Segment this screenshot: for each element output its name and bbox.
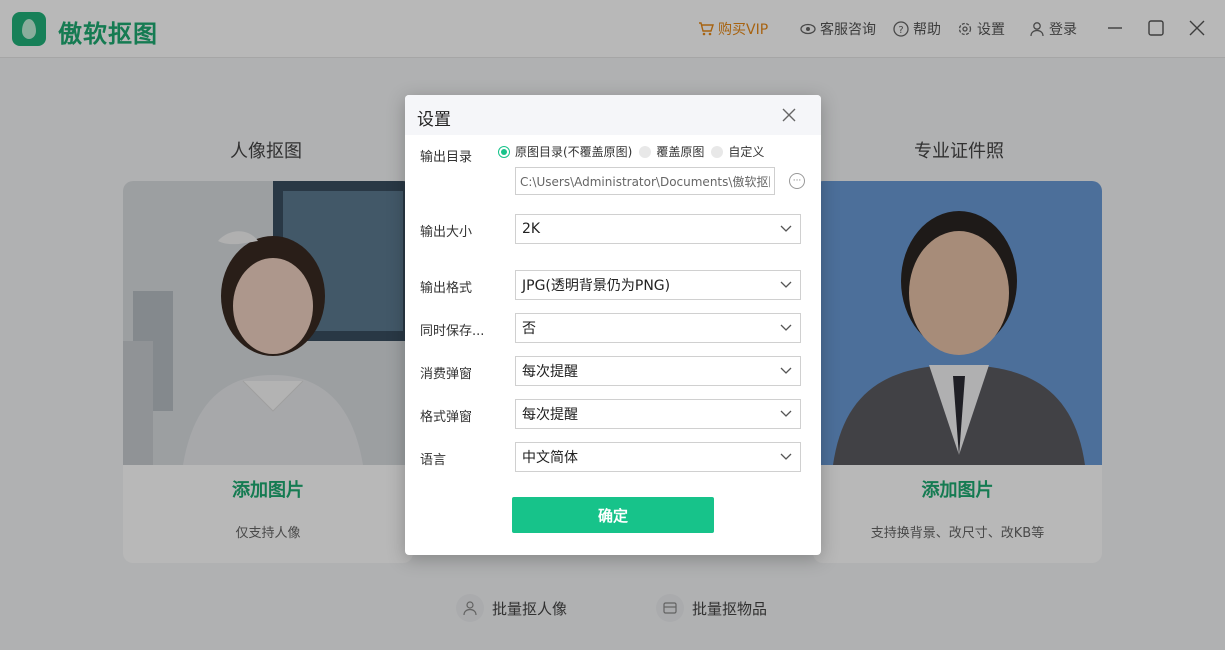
format-popup-select[interactable]: 每次提醒 <box>515 399 801 429</box>
output-dir-radio-group: 原图目录(不覆盖原图) 覆盖原图 自定义 <box>498 143 771 160</box>
consume-popup-select[interactable]: 每次提醒 <box>515 356 801 386</box>
radio-original-dir[interactable]: 原图目录(不覆盖原图) <box>498 143 632 160</box>
radio-dot-selected <box>498 145 510 158</box>
output-size-select[interactable]: 2K <box>515 214 801 244</box>
format-popup-value: 每次提醒 <box>522 407 578 423</box>
output-dir-label: 输出目录 <box>420 150 473 165</box>
consume-popup-label: 消费弹窗 <box>420 367 473 382</box>
chevron-down-icon <box>780 410 792 417</box>
output-format-value: JPG(透明背景仍为PNG) <box>522 278 671 294</box>
confirm-button[interactable]: 确定 <box>512 497 714 533</box>
radio-custom-label: 自定义 <box>728 145 765 159</box>
also-save-select[interactable]: 否 <box>515 313 801 343</box>
also-save-label: 同时保存... <box>420 324 485 339</box>
output-size-label: 输出大小 <box>420 225 473 240</box>
radio-original-dir-label: 原图目录(不覆盖原图) <box>515 145 633 159</box>
dialog-header: 设置 <box>405 95 821 135</box>
chevron-down-icon <box>780 281 792 288</box>
radio-overwrite-label: 覆盖原图 <box>656 145 705 159</box>
chevron-down-icon <box>780 453 792 460</box>
radio-dot <box>639 145 652 158</box>
radio-dot <box>711 145 724 158</box>
chevron-down-icon <box>780 367 792 374</box>
browse-more-icon[interactable]: ··· <box>789 173 805 189</box>
language-label: 语言 <box>420 453 447 468</box>
also-save-value: 否 <box>522 321 536 337</box>
radio-custom[interactable]: 自定义 <box>711 143 764 160</box>
dialog-title: 设置 <box>417 110 451 130</box>
chevron-down-icon <box>780 225 792 232</box>
language-value: 中文简体 <box>522 450 578 466</box>
output-size-value: 2K <box>522 221 541 237</box>
format-popup-label: 格式弹窗 <box>420 410 473 425</box>
output-format-label: 输出格式 <box>420 281 473 296</box>
output-format-select[interactable]: JPG(透明背景仍为PNG) <box>515 270 801 300</box>
settings-dialog: 设置 输出目录 原图目录(不覆盖原图) 覆盖原图 自定义 ··· 输出大小 2K… <box>405 95 821 555</box>
language-select[interactable]: 中文简体 <box>515 442 801 472</box>
chevron-down-icon <box>780 324 792 331</box>
consume-popup-value: 每次提醒 <box>522 364 578 380</box>
radio-overwrite[interactable]: 覆盖原图 <box>639 143 704 160</box>
dialog-close-icon[interactable] <box>781 107 797 123</box>
output-path-input[interactable] <box>515 167 775 195</box>
